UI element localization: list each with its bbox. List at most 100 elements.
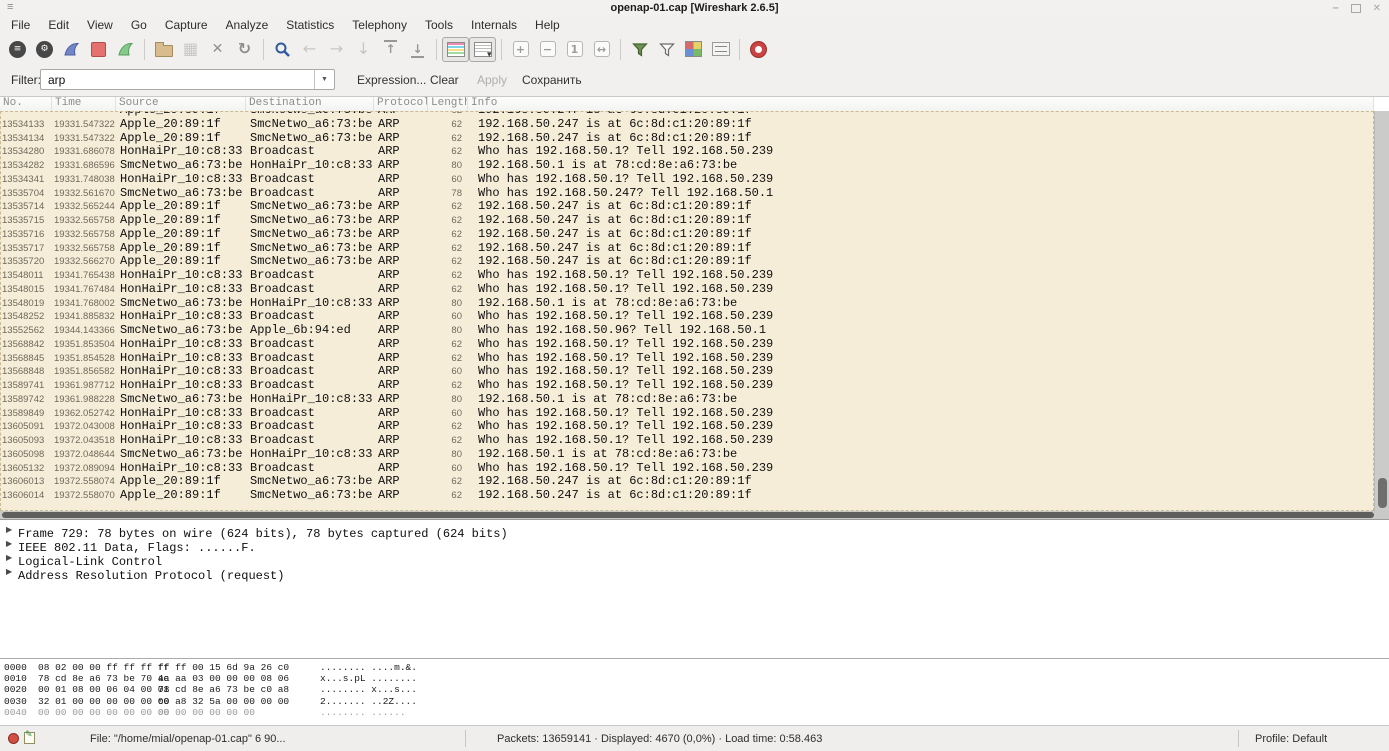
expand-arrow-icon[interactable]: ▶ bbox=[6, 567, 12, 576]
packet-row[interactable]: 1353571519332.565758Apple_20:89:1fSmcNet… bbox=[0, 214, 1374, 228]
packet-row[interactable]: 1356884219351.853504HonHaiPr_10:c8:33Bro… bbox=[0, 338, 1374, 352]
close-file-button[interactable]: ✕ bbox=[204, 37, 231, 62]
list-interfaces-button[interactable]: ≡ bbox=[4, 37, 31, 62]
open-file-button[interactable] bbox=[150, 37, 177, 62]
packet-row[interactable]: 1358974219361.988228SmcNetwo_a6:73:beHon… bbox=[0, 393, 1374, 407]
packet-row[interactable]: 1360513219372.089094HonHaiPr_10:c8:33Bro… bbox=[0, 462, 1374, 476]
packet-row[interactable]: 1353570419332.561670SmcNetwo_a6:73:beBro… bbox=[0, 187, 1374, 201]
expand-arrow-icon[interactable]: ▶ bbox=[6, 539, 12, 548]
vertical-scrollbar-thumb[interactable] bbox=[1378, 478, 1387, 508]
resize-columns-button[interactable]: ↔ bbox=[588, 37, 615, 62]
go-to-packet-button[interactable]: ↓ bbox=[350, 37, 377, 62]
menu-capture[interactable]: Capture bbox=[156, 17, 217, 34]
menu-internals[interactable]: Internals bbox=[462, 17, 526, 34]
expand-arrow-icon[interactable]: ▶ bbox=[6, 525, 12, 534]
column-header-source[interactable]: Source bbox=[116, 97, 246, 111]
packet-row[interactable]: 1353434119331.748038HonHaiPr_10:c8:33Bro… bbox=[0, 173, 1374, 187]
column-header-length[interactable]: Length bbox=[428, 97, 468, 111]
packet-row[interactable]: 1353413419331.547322Apple_20:89:1fSmcNet… bbox=[0, 132, 1374, 146]
horizontal-scrollbar-thumb[interactable] bbox=[2, 512, 1374, 518]
colorize-packet-list-button[interactable] bbox=[442, 37, 469, 62]
packet-row[interactable]: 1356884519351.854528HonHaiPr_10:c8:33Bro… bbox=[0, 352, 1374, 366]
filter-dropdown-button[interactable]: ▼ bbox=[314, 70, 334, 89]
zoom-in-button[interactable]: + bbox=[507, 37, 534, 62]
coloring-rules-button[interactable] bbox=[680, 37, 707, 62]
column-header-no[interactable]: No. bbox=[0, 97, 52, 111]
packet-row[interactable]: 1354801519341.767484HonHaiPr_10:c8:33Bro… bbox=[0, 283, 1374, 297]
packet-row[interactable]: 1360509119372.043008HonHaiPr_10:c8:33Bro… bbox=[0, 420, 1374, 434]
apply-button[interactable]: Apply bbox=[477, 73, 507, 87]
packet-row[interactable]: Apple_20:89:1fSmcNetwo_a6:73:beARP62192.… bbox=[0, 111, 1374, 118]
packet-row[interactable]: 1360509819372.048644SmcNetwo_a6:73:beHon… bbox=[0, 448, 1374, 462]
packet-row[interactable]: 1358974119361.987712HonHaiPr_10:c8:33Bro… bbox=[0, 379, 1374, 393]
capture-options-button[interactable]: ⚙ bbox=[31, 37, 58, 62]
packet-row[interactable]: 1360601319372.558074Apple_20:89:1fSmcNet… bbox=[0, 475, 1374, 489]
packet-row[interactable]: 1354801119341.765438HonHaiPr_10:c8:33Bro… bbox=[0, 269, 1374, 283]
reload-file-button[interactable]: ↻ bbox=[231, 37, 258, 62]
go-back-button[interactable]: ← bbox=[296, 37, 323, 62]
save-filter-button[interactable]: Сохранить bbox=[522, 73, 582, 87]
packet-row[interactable]: 1356884819351.856582HonHaiPr_10:c8:33Bro… bbox=[0, 365, 1374, 379]
menu-telephony[interactable]: Telephony bbox=[343, 17, 416, 34]
packet-row[interactable]: 1353413319331.547322Apple_20:89:1fSmcNet… bbox=[0, 118, 1374, 132]
detail-tree-row[interactable]: ▶IEEE 802.11 Data, Flags: ......F. bbox=[0, 538, 1389, 552]
hex-row[interactable]: 000008 02 00 00 ff ff ff ffff ff 00 15 6… bbox=[0, 662, 1389, 673]
expert-info-icon[interactable] bbox=[8, 733, 19, 744]
packet-row[interactable]: 1353428219331.686596SmcNetwo_a6:73:beHon… bbox=[0, 159, 1374, 173]
capture-filters-button[interactable] bbox=[626, 37, 653, 62]
hex-row[interactable]: 004000 00 00 00 00 00 00 0000 00 00 00 0… bbox=[0, 707, 1389, 718]
packet-row[interactable]: 1353571719332.565758Apple_20:89:1fSmcNet… bbox=[0, 242, 1374, 256]
packet-list[interactable]: Apple_20:89:1fSmcNetwo_a6:73:beARP62192.… bbox=[0, 111, 1374, 511]
zoom-out-button[interactable]: − bbox=[534, 37, 561, 62]
expression-button[interactable]: Expression... bbox=[357, 73, 426, 87]
find-packet-button[interactable] bbox=[269, 37, 296, 62]
close-button[interactable]: ✕ bbox=[1373, 3, 1381, 14]
hex-row[interactable]: 003032 01 00 00 00 00 00 00c0 a8 32 5a 0… bbox=[0, 696, 1389, 707]
filter-input[interactable]: arp ▼ bbox=[40, 69, 335, 90]
menu-edit[interactable]: Edit bbox=[39, 17, 78, 34]
hex-row[interactable]: 002000 01 08 00 06 04 00 0178 cd 8e a6 7… bbox=[0, 684, 1389, 695]
menu-tools[interactable]: Tools bbox=[416, 17, 462, 34]
hex-row[interactable]: 001078 cd 8e a6 73 be 70 4caa aa 03 00 0… bbox=[0, 673, 1389, 684]
display-filters-button[interactable] bbox=[653, 37, 680, 62]
menu-file[interactable]: File bbox=[2, 17, 39, 34]
packet-row[interactable]: 1360509319372.043518HonHaiPr_10:c8:33Bro… bbox=[0, 434, 1374, 448]
menu-view[interactable]: View bbox=[78, 17, 122, 34]
packet-row[interactable]: 1353571419332.565244Apple_20:89:1fSmcNet… bbox=[0, 200, 1374, 214]
packet-row[interactable]: 1358984919362.052742HonHaiPr_10:c8:33Bro… bbox=[0, 407, 1374, 421]
go-to-bottom-button[interactable]: ↓ bbox=[404, 37, 431, 62]
save-file-button[interactable]: ▦ bbox=[177, 37, 204, 62]
go-forward-button[interactable]: → bbox=[323, 37, 350, 62]
vertical-scrollbar[interactable] bbox=[1374, 111, 1389, 511]
help-button[interactable] bbox=[745, 37, 772, 62]
packet-row[interactable]: 1355256219344.143366SmcNetwo_a6:73:beApp… bbox=[0, 324, 1374, 338]
status-profile[interactable]: Profile: Default bbox=[1255, 733, 1327, 745]
detail-tree-row[interactable]: ▶Logical-Link Control bbox=[0, 552, 1389, 566]
menu-help[interactable]: Help bbox=[526, 17, 569, 34]
menu-go[interactable]: Go bbox=[122, 17, 156, 34]
column-header-info[interactable]: Info bbox=[468, 97, 1374, 111]
restart-capture-button[interactable] bbox=[112, 37, 139, 62]
go-to-top-button[interactable]: ↑ bbox=[377, 37, 404, 62]
packet-row[interactable]: 1353572019332.566270Apple_20:89:1fSmcNet… bbox=[0, 255, 1374, 269]
expand-arrow-icon[interactable]: ▶ bbox=[6, 553, 12, 562]
column-header-protocol[interactable]: Protocol bbox=[374, 97, 428, 111]
column-header-time[interactable]: Time bbox=[52, 97, 116, 111]
minimize-button[interactable]: – bbox=[1332, 2, 1338, 14]
packet-row[interactable]: 1354801919341.768002SmcNetwo_a6:73:beHon… bbox=[0, 297, 1374, 311]
detail-tree-row[interactable]: ▶Address Resolution Protocol (request) bbox=[0, 566, 1389, 580]
maximize-button[interactable] bbox=[1351, 4, 1361, 13]
preferences-button[interactable] bbox=[707, 37, 734, 62]
packet-row[interactable]: 1353571619332.565758Apple_20:89:1fSmcNet… bbox=[0, 228, 1374, 242]
menu-analyze[interactable]: Analyze bbox=[217, 17, 278, 34]
start-capture-button[interactable] bbox=[58, 37, 85, 62]
detail-tree-row[interactable]: ▶Frame 729: 78 bytes on wire (624 bits),… bbox=[0, 524, 1389, 538]
auto-scroll-button[interactable] bbox=[469, 37, 496, 62]
clear-button[interactable]: Clear bbox=[430, 73, 459, 87]
column-header-destination[interactable]: Destination bbox=[246, 97, 374, 111]
menu-statistics[interactable]: Statistics bbox=[277, 17, 343, 34]
capture-comment-icon[interactable] bbox=[24, 732, 35, 744]
horizontal-scrollbar[interactable] bbox=[0, 511, 1389, 519]
stop-capture-button[interactable] bbox=[85, 37, 112, 62]
packet-row[interactable]: 1354825219341.885832HonHaiPr_10:c8:33Bro… bbox=[0, 310, 1374, 324]
